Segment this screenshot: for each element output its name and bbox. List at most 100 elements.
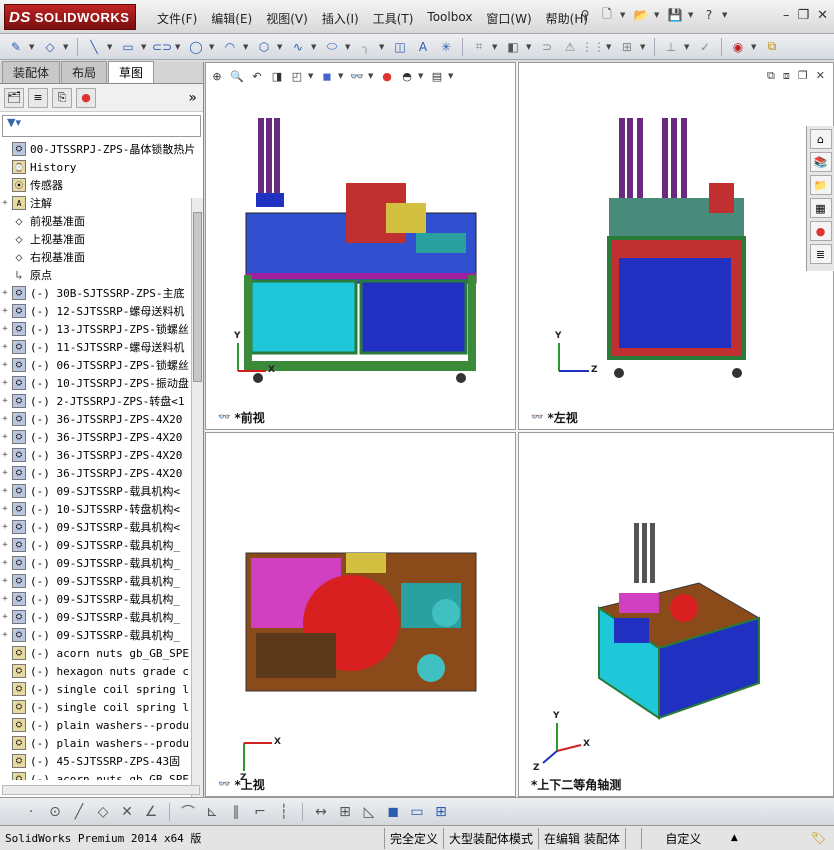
expand-chevron-icon[interactable]: » xyxy=(188,90,197,106)
tree-item[interactable]: + ⛭ (-) 09-SJTSSRP-载具机构_ xyxy=(0,626,196,644)
tree-item[interactable]: ⌚ History xyxy=(0,158,196,176)
rapid-sketch-icon[interactable]: ◉ xyxy=(728,38,748,56)
tree-item[interactable]: + ⛭ (-) 09-SJTSSRP-载具机构_ xyxy=(0,590,196,608)
chevron-down-icon[interactable]: ▼ xyxy=(209,43,217,51)
chevron-down-icon[interactable]: ▼ xyxy=(311,43,319,51)
chevron-down-icon[interactable]: ▼ xyxy=(751,43,759,51)
feature-manager-icon[interactable]: 🗂 xyxy=(4,87,24,108)
expand-toggle-icon[interactable]: + xyxy=(0,612,10,622)
tree-item[interactable]: + ⛭ (-) 06-JTSSRPJ-ZPS-锁螺丝 xyxy=(0,356,196,374)
plane-icon[interactable]: ◫ xyxy=(390,38,410,56)
tree-item[interactable]: + ⛭ (-) 10-SJTSSRP-转盘机构< xyxy=(0,500,196,518)
close-icon[interactable]: ✕ xyxy=(817,8,828,23)
tree-item[interactable]: + ⛭ (-) 36-JTSSRPJ-ZPS-4X20 xyxy=(0,410,196,428)
viewport-top[interactable]: X Z 👓 *上视 xyxy=(205,432,516,797)
dashed-line-icon[interactable]: ┆ xyxy=(275,803,293,821)
expand-toggle-icon[interactable]: + xyxy=(0,360,10,370)
menu-item[interactable]: 编辑(E) xyxy=(204,8,259,29)
smart-dimension-icon[interactable]: ◇ xyxy=(40,38,60,56)
menu-item[interactable]: 工具(T) xyxy=(366,8,421,29)
expand-toggle-icon[interactable]: + xyxy=(0,450,10,460)
tree-item[interactable]: ⛭ (-) plain washers--produ xyxy=(0,716,196,734)
property-manager-icon[interactable]: ≡ xyxy=(28,87,48,108)
tree-item[interactable]: ◇ 前视基准面 xyxy=(0,212,196,230)
view-palette-icon[interactable]: ▦ xyxy=(809,198,832,218)
units-selector[interactable]: 自定义 xyxy=(640,827,725,849)
minimize-icon[interactable]: – xyxy=(783,8,790,23)
tree-item[interactable]: + ⛭ (-) 36-JTSSRPJ-ZPS-4X20 xyxy=(0,464,196,482)
tree-item[interactable]: + ⛭ (-) 13-JTSSRPJ-ZPS-锁螺丝 xyxy=(0,320,196,338)
chevron-down-icon[interactable]: ▼ xyxy=(620,11,628,19)
four-view-icon[interactable]: ⊞ xyxy=(432,803,450,821)
polygon-icon[interactable]: ⬡ xyxy=(254,38,274,56)
instant2d-icon[interactable]: ⧉ xyxy=(762,38,782,56)
chevron-down-icon[interactable]: ▼ xyxy=(141,43,149,51)
chevron-down-icon[interactable]: ▼ xyxy=(277,43,285,51)
expand-toggle-icon[interactable]: + xyxy=(0,378,10,388)
corner-snap-icon[interactable]: ⌐ xyxy=(251,803,269,821)
sketch-icon[interactable]: ✎ xyxy=(6,38,26,56)
appearance-manager-icon[interactable]: ● xyxy=(76,87,96,108)
fillet-icon[interactable]: ╮ xyxy=(356,38,376,56)
tree-item[interactable]: + ⛭ (-) 12-SJTSSRP-螺母送料机 xyxy=(0,302,196,320)
chevron-down-icon[interactable]: ▼ xyxy=(526,43,534,51)
tree-item[interactable]: ⦿ 传感器 xyxy=(0,176,196,194)
scrollbar-thumb[interactable] xyxy=(193,212,202,382)
chevron-down-icon[interactable]: ▼ xyxy=(243,43,251,51)
line-snap-icon[interactable]: ╱ xyxy=(70,803,88,821)
menu-item[interactable]: 插入(I) xyxy=(315,8,366,29)
tag-icon[interactable]: 🏷 xyxy=(811,831,826,845)
expand-toggle-icon[interactable]: + xyxy=(0,342,10,352)
tree-item[interactable]: + ⛭ (-) 10-JTSSRPJ-ZPS-振动盘 xyxy=(0,374,196,392)
ellipse-icon[interactable]: ⬭ xyxy=(322,38,342,56)
repair-sketch-icon[interactable]: ✓ xyxy=(695,38,715,56)
tree-item[interactable]: ⛭ (-) single coil spring l xyxy=(0,680,196,698)
open-folder-icon[interactable]: 📂 xyxy=(632,6,650,24)
perpendicular-snap-icon[interactable]: ⊾ xyxy=(203,803,221,821)
convert-entities-icon[interactable]: ◧ xyxy=(503,38,523,56)
linear-pattern-icon[interactable]: ⋮⋮ xyxy=(581,38,605,56)
expand-toggle-icon[interactable]: + xyxy=(0,432,10,442)
help-icon[interactable]: ? xyxy=(700,6,718,24)
chevron-down-icon[interactable]: ▼ xyxy=(606,43,614,51)
chevron-down-icon[interactable]: ▼ xyxy=(107,43,115,51)
left-pane-tab[interactable]: 布局 xyxy=(61,61,108,83)
expand-toggle-icon[interactable]: + xyxy=(0,396,10,406)
tree-item[interactable]: + ⛭ (-) 30B-SJTSSRP-ZPS-主底 xyxy=(0,284,196,302)
expand-toggle-icon[interactable]: + xyxy=(0,414,10,424)
expand-toggle-icon[interactable]: + xyxy=(0,504,10,514)
tree-item[interactable]: + ⛭ (-) 09-SJTSSRP-载具机构_ xyxy=(0,572,196,590)
expand-toggle-icon[interactable]: + xyxy=(0,630,10,640)
dimension-icon[interactable]: ↔ xyxy=(312,803,330,821)
chevron-down-icon[interactable]: ▼ xyxy=(175,43,183,51)
tree-item[interactable]: ↳ 原点 xyxy=(0,266,196,284)
expand-toggle-icon[interactable]: + xyxy=(0,288,10,298)
expand-toggle-icon[interactable]: + xyxy=(0,558,10,568)
tree-item[interactable]: ◇ 右视基准面 xyxy=(0,248,196,266)
chevron-down-icon[interactable]: ▼ xyxy=(345,43,353,51)
display-relations-icon[interactable]: ⊥ xyxy=(661,38,681,56)
tree-item[interactable]: ⛭ (-) acorn nuts gb_GB_SPE xyxy=(0,770,196,780)
expand-toggle-icon[interactable]: + xyxy=(0,540,10,550)
tree-item[interactable]: + A 注解 xyxy=(0,194,196,212)
tree-item[interactable]: ⛭ (-) 45-SJTSSRP-ZPS-43固 xyxy=(0,752,196,770)
chevron-down-icon[interactable]: ▼ xyxy=(688,11,696,19)
view-link-icon[interactable]: 👓 xyxy=(218,412,230,423)
tree-item[interactable]: + ⛭ (-) 09-SJTSSRP-载具机构_ xyxy=(0,608,196,626)
expand-toggle-icon[interactable]: + xyxy=(0,486,10,496)
save-icon[interactable]: 💾 xyxy=(666,6,684,24)
chevron-down-icon[interactable]: ▼ xyxy=(63,43,71,51)
chevron-down-icon[interactable]: ▼ xyxy=(654,11,662,19)
expand-toggle-icon[interactable]: + xyxy=(0,306,10,316)
offset-icon[interactable]: ⊃ xyxy=(537,38,557,56)
tree-item[interactable]: + ⛭ (-) 2-JTSSRPJ-ZPS-转盘<1 xyxy=(0,392,196,410)
tree-horizontal-scrollbar[interactable] xyxy=(2,785,200,795)
tree-item[interactable]: + ⛭ (-) 09-SJTSSRP-载具机构< xyxy=(0,518,196,536)
tree-item[interactable]: + ⛭ (-) 11-SJTSSRP-螺母送料机 xyxy=(0,338,196,356)
parallel-snap-icon[interactable]: ∥ xyxy=(227,803,245,821)
single-view-icon[interactable]: ▭ xyxy=(408,803,426,821)
expand-toggle-icon[interactable]: + xyxy=(0,198,10,208)
menu-item[interactable]: 窗口(W) xyxy=(479,8,538,29)
expand-toggle-icon[interactable]: + xyxy=(0,576,10,586)
chevron-down-icon[interactable]: ▼ xyxy=(640,43,648,51)
